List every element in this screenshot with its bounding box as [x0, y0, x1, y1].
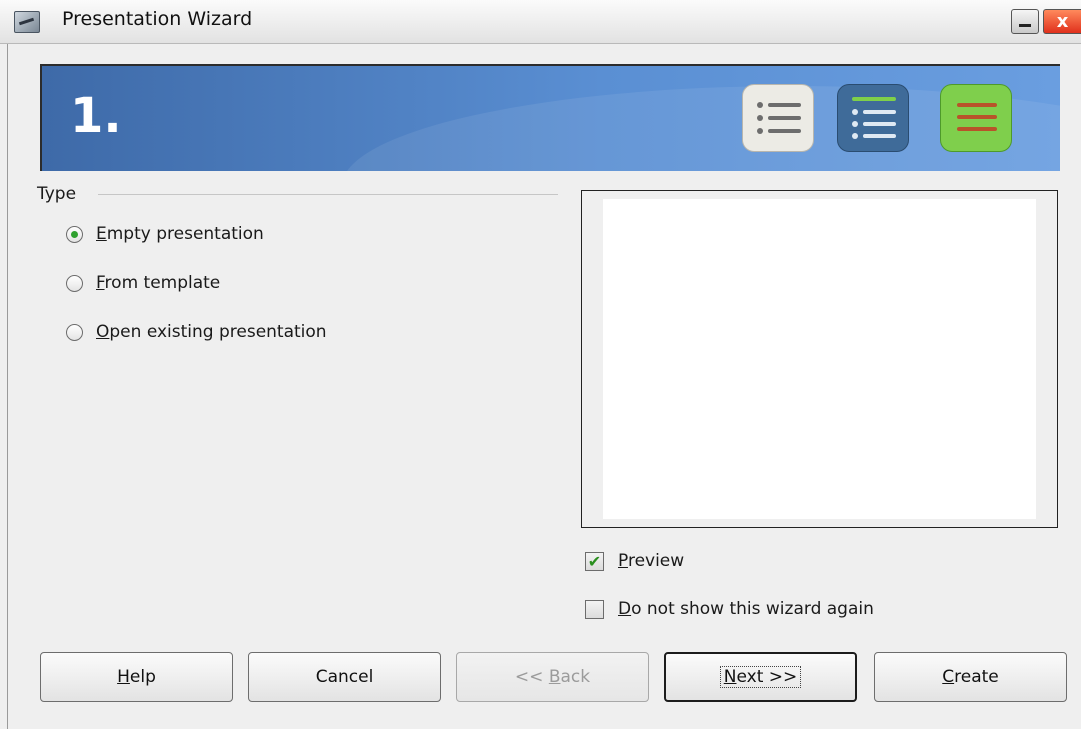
dont-show-wizard-checkbox[interactable] [585, 599, 604, 619]
radio-empty-presentation[interactable]: Empty presentation [66, 221, 264, 247]
window-frame-edge [7, 44, 8, 729]
preview-checkbox-label: Preview [618, 551, 685, 571]
radio-from-template[interactable]: From template [66, 270, 220, 296]
radio-label: Open existing presentation [96, 322, 327, 342]
checkmark-icon: ✔ [587, 551, 602, 571]
wizard-banner: 1. [40, 64, 1060, 171]
notes-list-icon [940, 84, 1012, 152]
window-title: Presentation Wizard [62, 8, 253, 30]
create-button[interactable]: Create [874, 652, 1067, 702]
next-button-label: Next >> [719, 666, 802, 688]
back-button[interactable]: << Back [456, 652, 649, 702]
minimize-button[interactable] [1011, 9, 1039, 34]
radio-label: From template [96, 273, 221, 293]
close-button[interactable]: x [1043, 9, 1081, 34]
dont-show-wizard-label: Do not show this wizard again [618, 599, 874, 619]
preview-checkbox-row[interactable]: ✔ Preview [585, 548, 684, 574]
cancel-button-label: Cancel [315, 667, 374, 687]
step-number: 1. [70, 88, 122, 144]
help-button-label: Help [117, 667, 156, 687]
radio-button[interactable] [66, 225, 83, 243]
radio-button[interactable] [66, 323, 83, 341]
outline-list-icon [742, 84, 814, 152]
help-button[interactable]: Help [40, 652, 233, 702]
dont-show-wizard-checkbox-row[interactable]: Do not show this wizard again [585, 596, 874, 622]
type-group-label: Type [37, 184, 77, 204]
impress-app-icon[interactable] [14, 11, 40, 33]
radio-button[interactable] [66, 274, 83, 292]
bullet-list-icon [837, 84, 909, 152]
preview-checkbox[interactable]: ✔ [585, 551, 604, 571]
next-button[interactable]: Next >> [664, 652, 857, 702]
create-button-label: Create [942, 667, 999, 687]
radio-label: Empty presentation [96, 224, 264, 244]
title-bar: Presentation Wizard x [0, 0, 1081, 44]
type-group-divider [98, 194, 558, 195]
close-icon: x [1056, 11, 1069, 32]
preview-frame [581, 190, 1058, 528]
radio-open-existing-presentation[interactable]: Open existing presentation [66, 319, 327, 345]
cancel-button[interactable]: Cancel [248, 652, 441, 702]
back-button-label: << Back [514, 667, 591, 687]
preview-canvas [603, 199, 1036, 519]
